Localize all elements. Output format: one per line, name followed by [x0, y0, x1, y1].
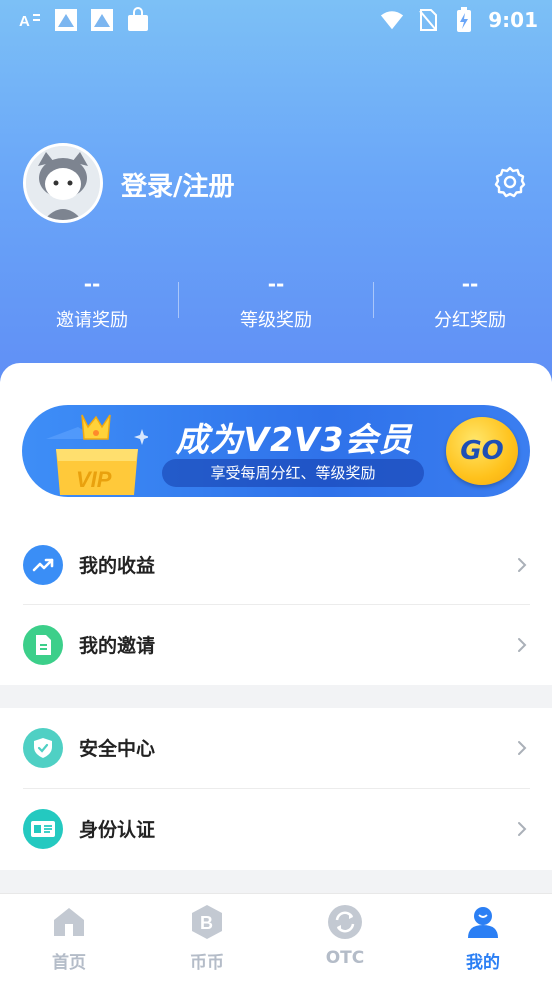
- stat-invite-reward[interactable]: -- 邀请奖励: [0, 272, 184, 332]
- no-sim-icon: [416, 8, 440, 32]
- vip-text: VIP: [76, 467, 112, 492]
- divider: [373, 282, 374, 318]
- trending-up-icon: [23, 545, 63, 585]
- clock: 9:01: [488, 8, 538, 32]
- nav-mine[interactable]: 我的: [414, 904, 552, 973]
- stat-value: --: [461, 272, 479, 296]
- vip-banner[interactable]: VIP 成为V2V3会员 享受每周分红、等级奖励 GO: [22, 405, 530, 497]
- menu-item-label: 我的邀请: [79, 635, 156, 657]
- home-icon: [51, 904, 87, 940]
- chevron-right-icon: [518, 558, 527, 572]
- shield-check-icon: [23, 728, 63, 768]
- banner-title: 成为V2V3会员: [175, 420, 413, 459]
- nav-label: 首页: [52, 953, 86, 973]
- stat-value: --: [267, 272, 285, 296]
- font-icon: A: [18, 8, 42, 32]
- menu-item-identity-verification[interactable]: 身份认证: [0, 789, 552, 869]
- menu-item-label: 安全中心: [79, 738, 156, 760]
- chevron-right-icon: [518, 822, 527, 836]
- menu-item-label: 我的收益: [79, 555, 156, 577]
- menu-item-my-invites[interactable]: 我的邀请: [0, 605, 552, 685]
- stat-label: 等级奖励: [240, 310, 312, 331]
- wifi-icon: [380, 8, 404, 32]
- nav-label: OTC: [325, 948, 365, 968]
- nav-spot[interactable]: B 币币: [138, 904, 276, 973]
- stat-value: --: [83, 272, 101, 296]
- bag-icon: [126, 7, 150, 32]
- exchange-icon: [327, 904, 363, 940]
- bottom-nav: 首页 B 币币 OTC 我的: [0, 893, 552, 981]
- id-card-icon: [23, 809, 63, 849]
- stat-level-reward[interactable]: -- 等级奖励: [184, 272, 368, 332]
- chevron-right-icon: [518, 741, 527, 755]
- avatar[interactable]: [23, 143, 103, 223]
- stat-label: 分红奖励: [434, 310, 506, 331]
- vip-crown-icon: VIP: [46, 414, 148, 495]
- svg-text:B: B: [200, 913, 213, 933]
- status-bar: A 9:01: [0, 0, 552, 42]
- divider: [178, 282, 179, 318]
- settings-button[interactable]: [492, 164, 528, 200]
- bitcoin-icon: B: [189, 904, 225, 940]
- image-icon: [90, 8, 114, 32]
- login-register-link[interactable]: 登录/注册: [121, 166, 235, 203]
- image-icon: [54, 8, 78, 32]
- stat-dividend-reward[interactable]: -- 分红奖励: [378, 272, 552, 332]
- menu-item-label: 身份认证: [79, 819, 156, 841]
- stat-label: 邀请奖励: [56, 310, 128, 331]
- menu-item-security-center[interactable]: 安全中心: [0, 708, 552, 788]
- nav-otc[interactable]: OTC: [276, 904, 414, 968]
- gear-icon: [494, 166, 526, 198]
- nav-label: 我的: [466, 953, 500, 973]
- user-icon: [465, 904, 501, 940]
- document-icon: [23, 625, 63, 665]
- menu-item-my-earnings[interactable]: 我的收益: [0, 525, 552, 605]
- nav-home[interactable]: 首页: [0, 904, 138, 973]
- banner-subtitle: 享受每周分红、等级奖励: [162, 459, 424, 487]
- svg-text:A: A: [19, 13, 30, 29]
- avatar-icon: [26, 146, 100, 220]
- reward-stats: -- 邀请奖励 -- 等级奖励 -- 分红奖励: [0, 272, 552, 332]
- chevron-right-icon: [518, 638, 527, 652]
- go-button[interactable]: GO: [446, 417, 518, 485]
- nav-label: 币币: [190, 953, 224, 973]
- battery-charging-icon: [452, 7, 476, 32]
